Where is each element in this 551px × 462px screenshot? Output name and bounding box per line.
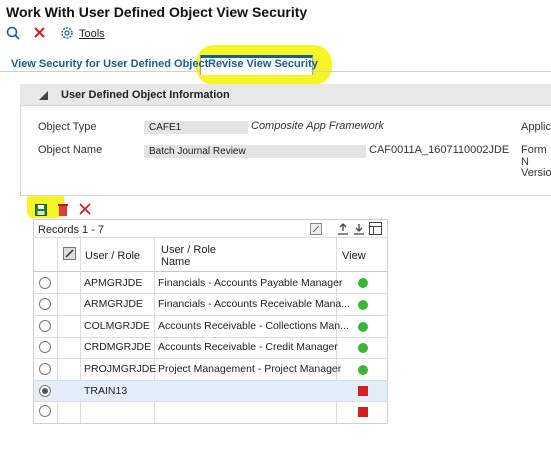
cell-name: Financials - Accounts Payable Manager xyxy=(158,277,343,289)
toolbar: Tools xyxy=(0,24,551,44)
view-allowed-icon[interactable] xyxy=(358,300,368,310)
view-denied-icon[interactable] xyxy=(358,386,368,396)
find-icon[interactable] xyxy=(310,223,322,235)
grid-format-icon[interactable] xyxy=(369,222,382,235)
tab-view-security[interactable]: View Security for User Defined Object xyxy=(11,58,208,70)
row-select-radio[interactable] xyxy=(39,277,51,289)
column-header-view[interactable]: View xyxy=(342,250,366,262)
row-select-radio[interactable] xyxy=(39,385,51,397)
save-icon[interactable] xyxy=(35,204,47,216)
export-icon[interactable] xyxy=(337,223,349,235)
grid-divider xyxy=(33,337,388,338)
view-allowed-icon[interactable] xyxy=(358,365,368,375)
cancel-icon[interactable] xyxy=(79,203,91,215)
cell-name: Financials - Accounts Receivable Mana... xyxy=(158,298,351,310)
delete-icon[interactable] xyxy=(58,204,68,216)
object-type-description: Composite App Framework xyxy=(251,120,384,132)
object-name-id: CAF0011A_1607110002JDE xyxy=(369,144,510,156)
column-header-user-role[interactable]: User / Role xyxy=(85,250,140,262)
view-allowed-icon[interactable] xyxy=(358,278,368,288)
records-count: Records 1 - 7 xyxy=(38,224,105,236)
cell-user-role[interactable]: COLMGRJDE xyxy=(84,320,150,332)
column-header-name[interactable]: User / Role Name xyxy=(161,244,231,268)
info-panel-title: User Defined Object Information xyxy=(61,89,230,101)
import-icon[interactable] xyxy=(353,223,365,235)
gear-icon[interactable] xyxy=(60,26,74,40)
object-type-label: Object Type xyxy=(38,121,97,133)
grid-divider xyxy=(33,315,388,316)
view-allowed-icon[interactable] xyxy=(358,322,368,332)
view-allowed-icon[interactable] xyxy=(358,343,368,353)
search-icon[interactable] xyxy=(6,26,20,40)
row-select-radio[interactable] xyxy=(39,298,51,310)
row-select-radio[interactable] xyxy=(39,320,51,332)
tools-menu[interactable]: Tools xyxy=(79,28,105,40)
form-label: Form N xyxy=(521,144,547,168)
row-select-radio[interactable] xyxy=(39,405,51,417)
page-title: Work With User Defined Object View Secur… xyxy=(6,4,308,20)
info-panel-header[interactable]: User Defined Object Information xyxy=(20,84,551,106)
cell-user-role[interactable]: TRAIN13 xyxy=(84,385,127,397)
tab-revise-view-security[interactable]: Revise View Security xyxy=(208,58,318,70)
cell-user-role[interactable]: PROJMGRJDE xyxy=(84,363,156,375)
grid-divider xyxy=(33,380,388,381)
grid-divider xyxy=(33,237,388,238)
cell-name: Accounts Receivable - Collections Man... xyxy=(158,320,349,332)
view-denied-icon[interactable] xyxy=(358,407,368,417)
cell-user-role[interactable]: ARMGRJDE xyxy=(84,298,143,310)
grid-divider xyxy=(33,293,388,294)
grid-divider xyxy=(33,358,388,359)
row-select-radio[interactable] xyxy=(39,363,51,375)
application-label: Applica xyxy=(521,121,551,133)
object-type-field: CAFE1 xyxy=(144,121,248,134)
row-select-radio[interactable] xyxy=(39,341,51,353)
close-icon[interactable] xyxy=(33,26,46,39)
cell-user-role[interactable]: CRDMGRJDE xyxy=(84,341,151,353)
grid-divider xyxy=(33,271,388,272)
column-settings-icon[interactable] xyxy=(63,247,76,260)
collapse-triangle-icon[interactable] xyxy=(39,91,48,100)
cell-name: Accounts Receivable - Credit Manager xyxy=(158,341,338,353)
cell-user-role[interactable]: APMGRJDE xyxy=(84,277,142,289)
grid-divider xyxy=(33,401,388,402)
object-name-field: Batch Journal Review xyxy=(144,145,366,158)
object-name-label: Object Name xyxy=(38,144,103,156)
cell-name: Project Management - Project Manager xyxy=(158,363,342,375)
version-label: Version xyxy=(521,167,551,179)
